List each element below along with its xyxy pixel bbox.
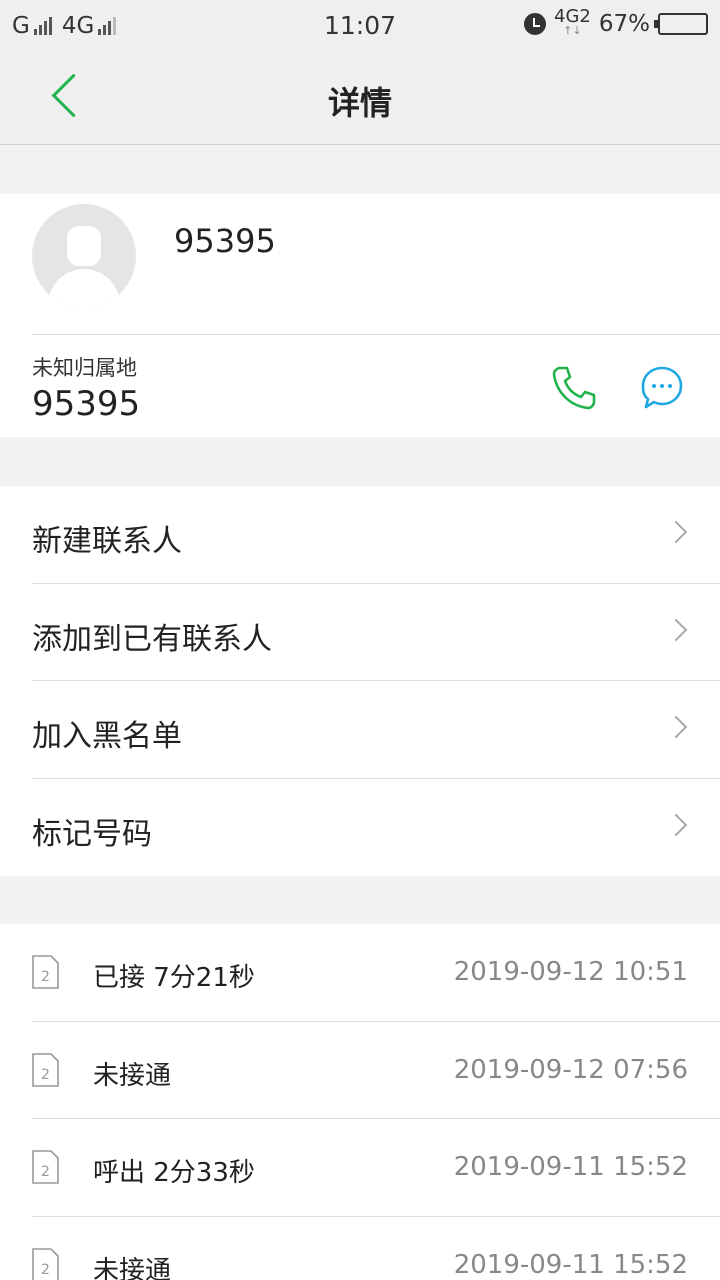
status-bar: G 4G 11:07 4G2 ↑↓ 67%	[0, 0, 720, 50]
action-menu: 新建联系人 添加到已有联系人 加入黑名单 标记号码	[0, 486, 720, 876]
svg-text:2: 2	[41, 1067, 50, 1083]
chevron-right-icon	[664, 715, 688, 739]
sim-card-icon: 2	[32, 1052, 59, 1087]
chevron-right-icon	[664, 618, 688, 641]
status-right: 4G2 ↑↓ 67%	[524, 6, 708, 38]
call-type-duration: 未接通	[93, 1255, 172, 1280]
menu-item-mark-number[interactable]: 标记号码	[32, 779, 720, 877]
page-title: 详情	[327, 84, 392, 122]
call-log-list: 2 已接 7分21秒 2019-09-12 10:51 2 未接通 2019-0…	[0, 924, 720, 1280]
contact-name: 95395	[174, 222, 276, 260]
call-timestamp: 2019-09-12 07:56	[453, 1054, 688, 1085]
phone-icon	[552, 366, 596, 410]
call-type-duration: 未接通	[93, 1060, 172, 1091]
call-timestamp: 2019-09-11 15:52	[453, 1152, 688, 1182]
menu-item-label: 标记号码	[32, 816, 152, 852]
call-type-duration: 呼出 2分33秒	[93, 1158, 255, 1188]
call-log-row[interactable]: 2 未接通 2019-09-12 07:56	[32, 1022, 720, 1119]
menu-item-label: 新建联系人	[32, 524, 182, 559]
contact-card: 95395 未知归属地 95395	[0, 194, 720, 437]
network-indicator: 4G2 ↑↓	[554, 6, 591, 38]
phone-number: 95395	[32, 384, 141, 424]
call-button[interactable]	[548, 362, 600, 414]
svg-text:2: 2	[41, 1262, 50, 1278]
divider	[32, 334, 720, 335]
call-timestamp: 2019-09-11 15:52	[453, 1249, 688, 1280]
title-bar: 详情	[0, 50, 720, 145]
sim-card-icon: 2	[32, 1247, 59, 1280]
avatar	[32, 204, 136, 308]
call-type-duration: 已接 7分21秒	[93, 963, 255, 993]
sim-card-icon: 2	[32, 955, 59, 989]
menu-item-blacklist[interactable]: 加入黑名单	[32, 681, 720, 779]
battery-icon	[654, 13, 708, 35]
call-log-row[interactable]: 2 已接 7分21秒 2019-09-12 10:51	[32, 924, 720, 1022]
sim-card-icon: 2	[32, 1150, 59, 1184]
call-timestamp: 2019-09-12 10:51	[453, 957, 688, 987]
menu-item-new-contact[interactable]: 新建联系人	[32, 486, 720, 584]
menu-item-label: 加入黑名单	[32, 719, 182, 754]
menu-item-add-to-existing[interactable]: 添加到已有联系人	[32, 584, 720, 681]
chevron-right-icon	[664, 520, 688, 544]
avatar-body-shape	[48, 269, 120, 308]
call-log-row[interactable]: 2 呼出 2分33秒 2019-09-11 15:52	[32, 1119, 720, 1217]
message-icon	[641, 366, 683, 409]
svg-text:2: 2	[41, 969, 50, 985]
chevron-right-icon	[664, 813, 688, 836]
avatar-head-shape	[67, 226, 101, 266]
call-log-row[interactable]: 2 未接通 2019-09-11 15:52	[32, 1217, 720, 1280]
menu-item-label: 添加到已有联系人	[32, 621, 272, 657]
battery-percent: 67%	[598, 11, 650, 37]
message-button[interactable]	[636, 362, 688, 414]
alarm-icon	[524, 13, 547, 35]
number-location: 未知归属地	[32, 356, 137, 380]
svg-text:2: 2	[41, 1164, 50, 1180]
